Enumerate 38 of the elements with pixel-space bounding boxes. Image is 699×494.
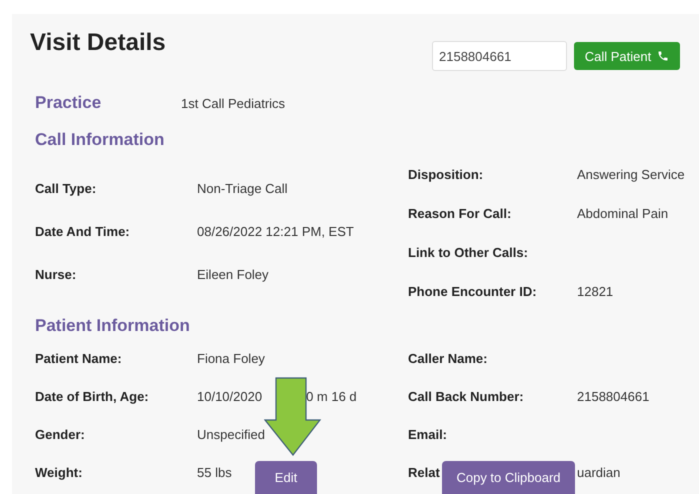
field-label: Patient Name:: [35, 350, 122, 366]
field-value: 0 m 16 d: [306, 388, 357, 404]
field-label: Caller Name:: [408, 350, 488, 366]
page-title: Visit Details: [30, 28, 167, 58]
field-label: Disposition:: [408, 167, 484, 182]
call-patient-button[interactable]: Call Patient: [574, 42, 680, 70]
practice-name: 1st Call Pediatrics: [181, 96, 286, 110]
field-value: 08/26/2022 12:21 PM, EST: [197, 224, 354, 239]
field-value: Non-Triage Call: [197, 181, 288, 196]
field-label: Date And Time:: [35, 224, 130, 239]
field-value: Abdominal Pain: [577, 206, 668, 221]
section-heading: Call Information: [35, 130, 164, 150]
field-label: Reason For Call:: [408, 206, 512, 221]
field-value: 55 lbs: [197, 464, 232, 480]
field-label: Gender:: [35, 426, 85, 442]
field-value: 10/10/2020: [197, 388, 262, 404]
field-label: Call Back Number:: [408, 388, 524, 404]
field-label: Relat: [408, 464, 440, 480]
field-value: uardian: [577, 464, 620, 480]
field-value: Eileen Foley: [197, 267, 269, 282]
section-heading: Practice: [35, 93, 102, 113]
section-heading: Patient Information: [35, 316, 190, 336]
field-label: Email:: [408, 426, 448, 442]
phone-icon: [657, 50, 670, 62]
field-label: Call Type:: [35, 181, 96, 196]
phone-field[interactable]: 2158804661: [432, 41, 567, 71]
field-label: Weight:: [35, 464, 82, 480]
field-label: Nurse:: [35, 267, 76, 282]
field-label: Date of Birth, Age:: [35, 388, 149, 404]
field-label: Link to Other Calls:: [408, 245, 528, 260]
field-value: 2158804661: [577, 388, 650, 404]
field-value: 12821: [577, 284, 614, 299]
copy-button[interactable]: Copy to Clipboard: [442, 461, 575, 494]
field-value: Fiona Foley: [197, 350, 265, 366]
field-value: Answering Service: [577, 167, 685, 182]
edit-button[interactable]: Edit: [255, 461, 317, 494]
field-value: Unspecified: [197, 426, 265, 442]
field-label: Phone Encounter ID:: [408, 284, 537, 299]
